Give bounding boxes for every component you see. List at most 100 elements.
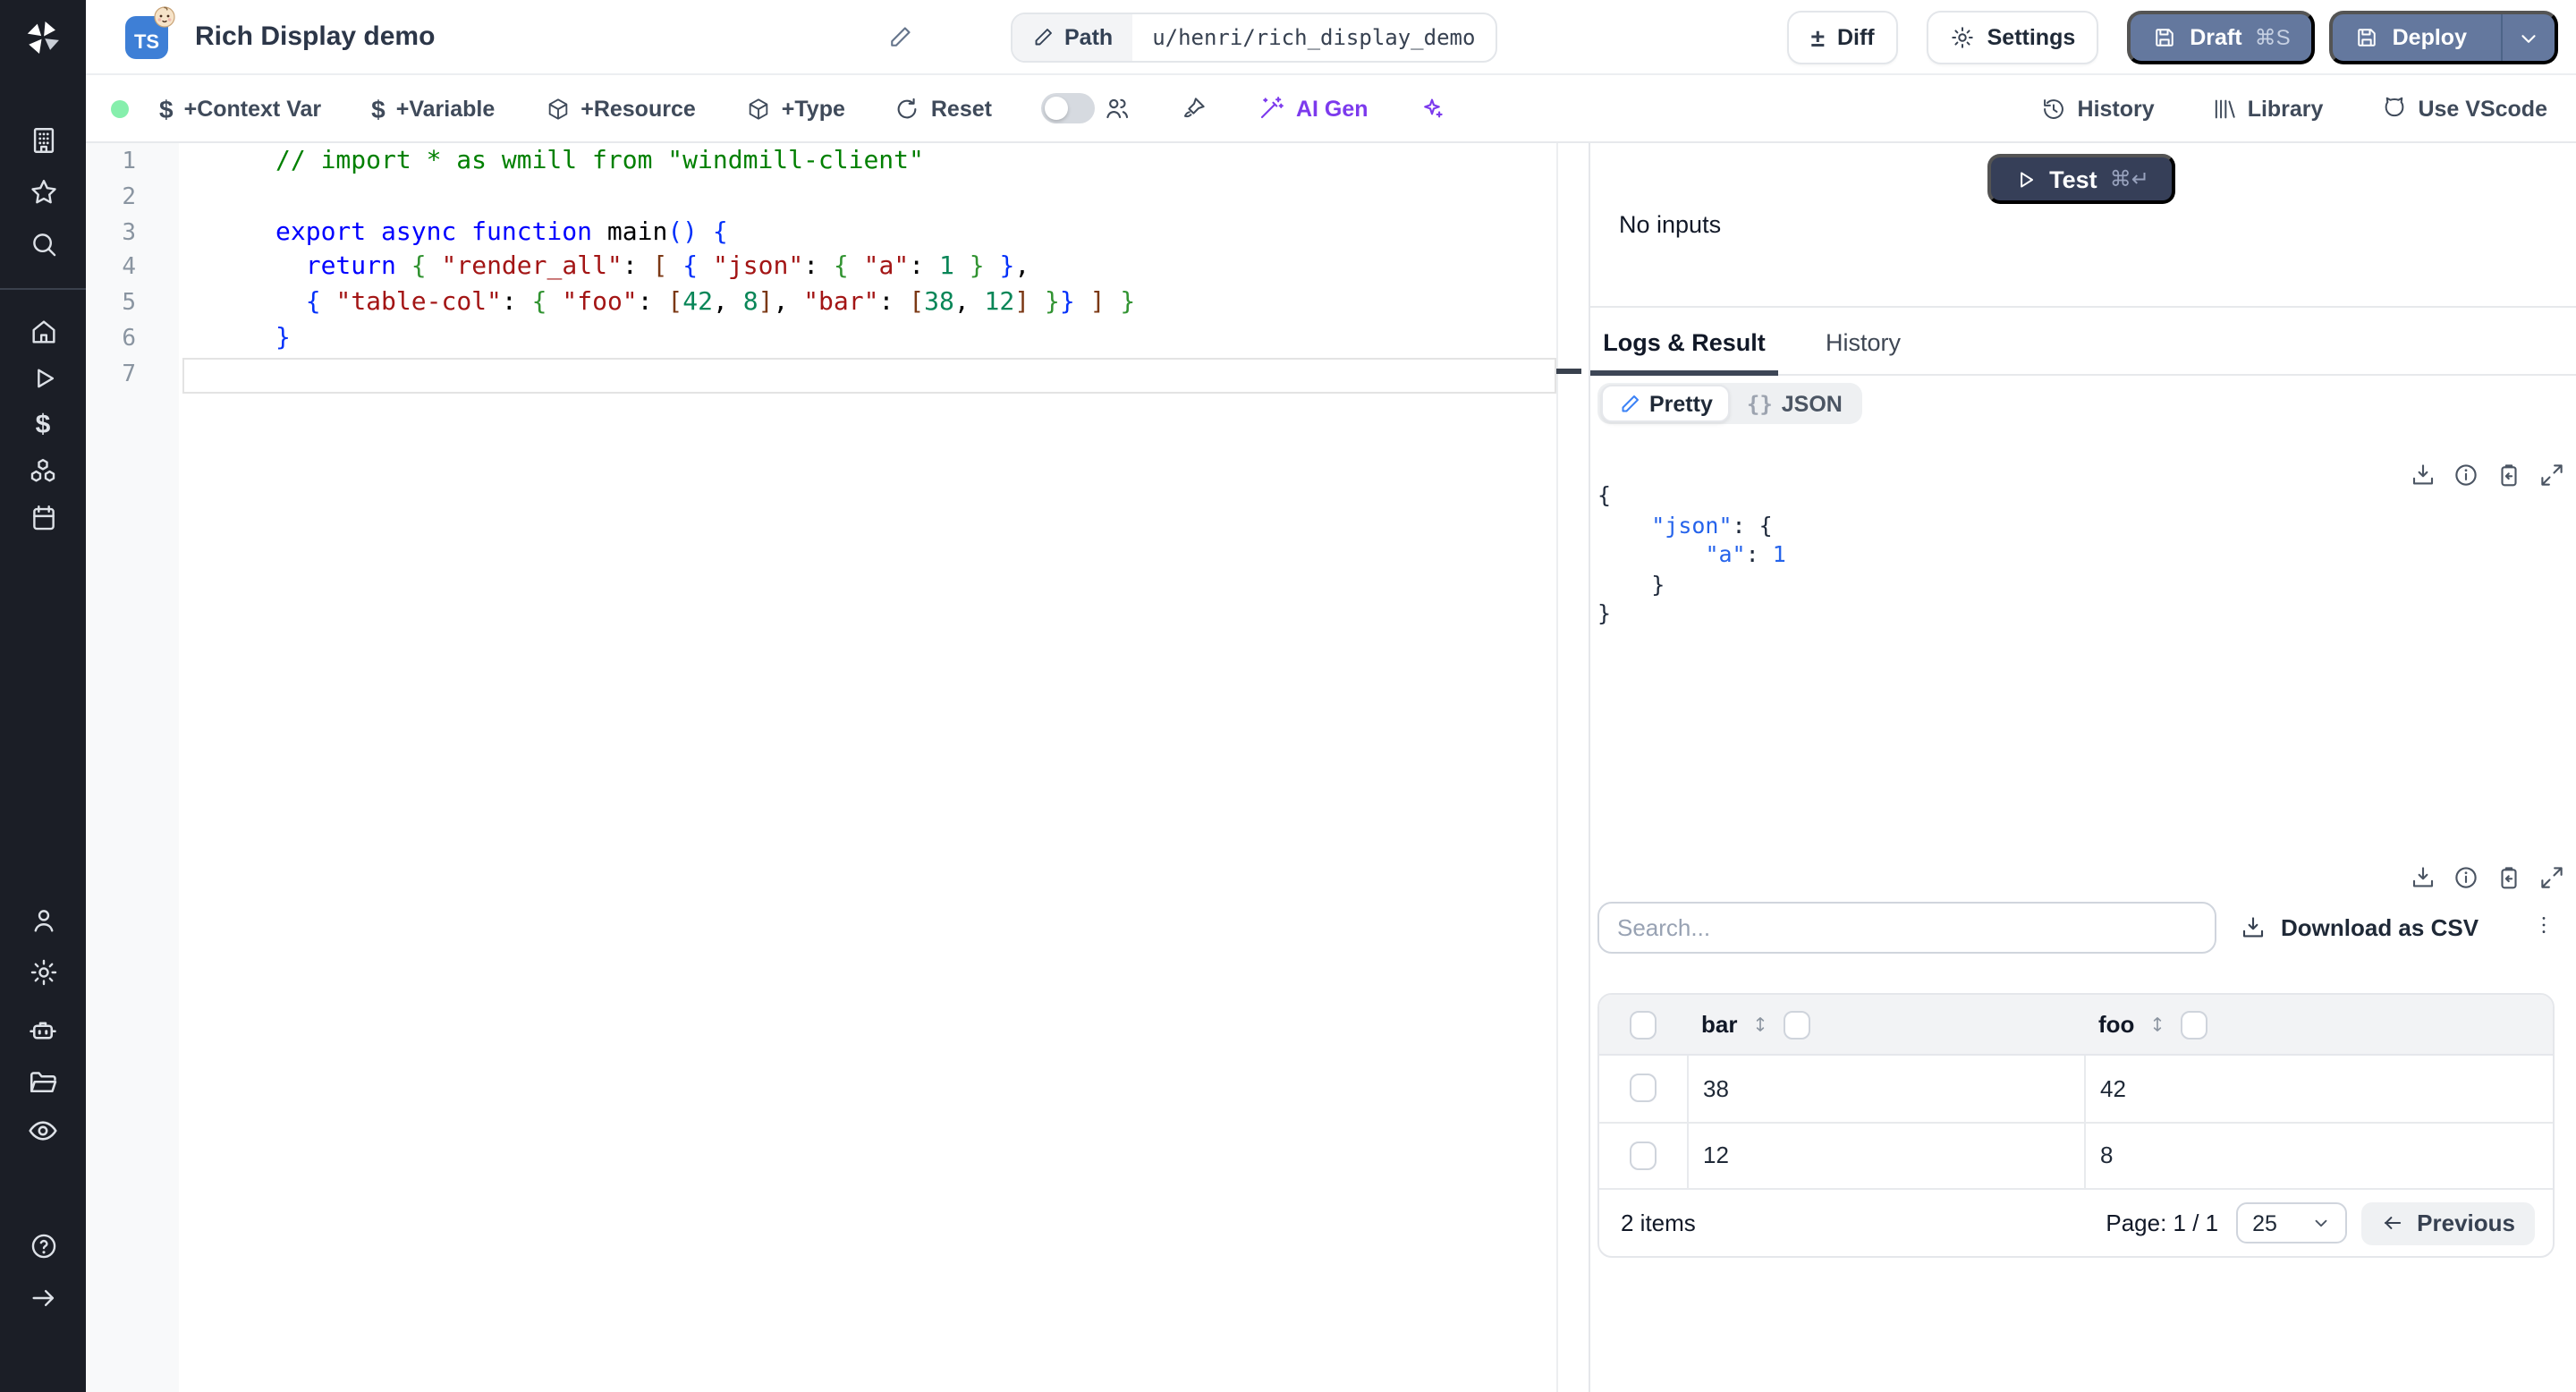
reset-button[interactable]: Reset xyxy=(895,96,992,121)
play-icon xyxy=(37,369,54,388)
status-dot xyxy=(111,99,129,117)
windmill-script-editor: $ TS Rich Display demo Path u/henri/rich… xyxy=(0,0,2576,1392)
table-cell: 42 xyxy=(2084,1056,2553,1121)
sidebar-expand-button[interactable] xyxy=(0,1283,86,1313)
editor-scrollbar-track[interactable] xyxy=(1556,143,1558,1392)
run-as-user-toggle[interactable] xyxy=(1041,93,1096,123)
sort-foo-button[interactable] xyxy=(2148,1013,2166,1036)
row-select-cell xyxy=(1599,1123,1687,1188)
dollar-icon: $ xyxy=(371,94,386,123)
path-control[interactable]: Path u/henri/rich_display_demo xyxy=(1011,13,1497,63)
pretty-view-button[interactable]: Pretty xyxy=(1601,385,1731,422)
diff-button[interactable]: ± Diff xyxy=(1787,11,1898,64)
sidebar-item-schedules[interactable] xyxy=(0,503,86,533)
sort-bar-button[interactable] xyxy=(1751,1013,1769,1036)
add-variable-button[interactable]: $ +Variable xyxy=(371,94,495,123)
copy-result-button[interactable] xyxy=(2496,462,2522,488)
history-button[interactable]: History xyxy=(2042,96,2155,121)
sidebar-item-favorites[interactable] xyxy=(0,177,86,208)
sidebar-item-variables[interactable]: $ xyxy=(0,410,86,440)
sidebar-item-home[interactable] xyxy=(0,317,86,347)
download-csv-button[interactable]: Download as CSV xyxy=(2240,902,2479,954)
draft-button[interactable]: Draft ⌘S xyxy=(2127,11,2316,64)
path-value[interactable]: u/henri/rich_display_demo xyxy=(1132,14,1495,61)
sidebar-item-folders[interactable] xyxy=(0,1066,86,1099)
sidebar-item-audit-logs[interactable] xyxy=(0,1115,86,1147)
add-context-var-button[interactable]: $ +Context Var xyxy=(159,94,321,123)
download-result-button[interactable] xyxy=(2410,462,2436,488)
sidebar-item-runs[interactable] xyxy=(0,363,86,394)
previous-page-button[interactable]: Previous xyxy=(2361,1201,2535,1244)
pretty-view-label: Pretty xyxy=(1649,391,1713,416)
chevron-down-icon xyxy=(2521,34,2536,42)
library-button[interactable]: Library xyxy=(2212,96,2324,121)
help-icon xyxy=(30,1234,55,1259)
typescript-badge: TS xyxy=(125,6,175,59)
table-menu-button[interactable] xyxy=(2528,909,2560,941)
sidebar-item-workspace[interactable] xyxy=(0,125,86,156)
sidebar-item-workers[interactable] xyxy=(0,1014,86,1047)
deploy-options-button[interactable] xyxy=(2501,14,2555,61)
deploy-main[interactable]: Deploy xyxy=(2334,14,2488,61)
library-label: Library xyxy=(2247,96,2324,121)
sidebar-item-search[interactable] xyxy=(0,229,86,259)
sidebar-item-settings[interactable] xyxy=(0,957,86,988)
format-button[interactable] xyxy=(1182,95,1208,122)
add-resource-button[interactable]: +Resource xyxy=(545,96,696,121)
table-row: 38 42 xyxy=(1599,1056,2553,1123)
baby-emoji-icon xyxy=(154,6,175,28)
foo-column-toggle[interactable] xyxy=(2181,1010,2208,1039)
column-label-bar[interactable]: bar xyxy=(1701,1011,1737,1038)
code-editor[interactable]: 1234567 // import * as wmill from "windm… xyxy=(86,143,1562,1392)
current-line-highlight xyxy=(182,357,1556,394)
edit-title-button[interactable] xyxy=(887,25,912,50)
row-checkbox[interactable] xyxy=(1630,1141,1657,1170)
table-cell: 12 xyxy=(1687,1123,2084,1188)
ai-gen-button[interactable]: AI Gen xyxy=(1258,95,1368,122)
download-table-button[interactable] xyxy=(2410,864,2436,891)
select-all-checkbox[interactable] xyxy=(1630,1010,1657,1039)
home-icon xyxy=(31,320,55,344)
editor-gutter: 1234567 xyxy=(86,143,179,1392)
json-view-button[interactable]: {} JSON xyxy=(1731,385,1859,422)
result-view-toggle: Pretty {} JSON xyxy=(1597,383,1862,424)
download-icon xyxy=(2412,464,2434,485)
code-lines[interactable]: // import * as wmill from "windmill-clie… xyxy=(275,145,1562,393)
kebab-menu-icon xyxy=(2542,917,2546,933)
info-icon xyxy=(2455,464,2477,486)
sidebar-item-users[interactable] xyxy=(0,905,86,936)
expand-table-button[interactable] xyxy=(2538,864,2565,891)
sidebar-item-help[interactable] xyxy=(0,1231,86,1261)
use-vscode-button[interactable]: Use VScode xyxy=(2380,95,2547,122)
expand-result-button[interactable] xyxy=(2538,462,2565,488)
deploy-button[interactable]: Deploy xyxy=(2329,11,2558,64)
column-label-foo[interactable]: foo xyxy=(2098,1011,2134,1038)
use-vscode-label: Use VScode xyxy=(2418,96,2547,121)
add-type-button[interactable]: +Type xyxy=(746,96,845,121)
path-edit-button[interactable]: Path xyxy=(1013,14,1133,61)
test-button[interactable]: Test ⌘↵ xyxy=(1987,154,2175,204)
page-size-select[interactable]: 25 xyxy=(2236,1202,2348,1243)
tab-history[interactable]: History xyxy=(1778,308,1948,376)
settings-button[interactable]: Settings xyxy=(1926,11,2099,64)
table-info-button[interactable] xyxy=(2453,864,2479,891)
bar-column-toggle[interactable] xyxy=(1784,1010,1811,1039)
sparkles-button[interactable] xyxy=(1419,95,1445,122)
copy-table-button[interactable] xyxy=(2496,864,2522,891)
run-panel: Test ⌘↵ No inputs Logs & Result History … xyxy=(1589,143,2576,1392)
package-icon xyxy=(547,98,567,119)
pagination: Page: 1 / 1 25 Previous xyxy=(2106,1201,2535,1244)
search-icon xyxy=(32,233,55,257)
items-count: 2 items xyxy=(1621,1210,1696,1236)
table-search-input[interactable] xyxy=(1597,902,2216,954)
package-icon xyxy=(749,98,768,119)
sort-icon xyxy=(2154,1017,2162,1031)
row-checkbox[interactable] xyxy=(1630,1074,1657,1103)
sidebar-item-resources[interactable] xyxy=(0,456,86,488)
result-info-button[interactable] xyxy=(2453,462,2479,488)
windmill-logo[interactable] xyxy=(0,18,86,57)
add-variable-label: +Variable xyxy=(395,96,496,121)
tab-logs-result[interactable]: Logs & Result xyxy=(1590,308,1778,376)
previous-page-label: Previous xyxy=(2417,1210,2515,1236)
result-table: bar foo 38 42 12 8 2 items Page: 1 / 1 2… xyxy=(1597,993,2555,1258)
